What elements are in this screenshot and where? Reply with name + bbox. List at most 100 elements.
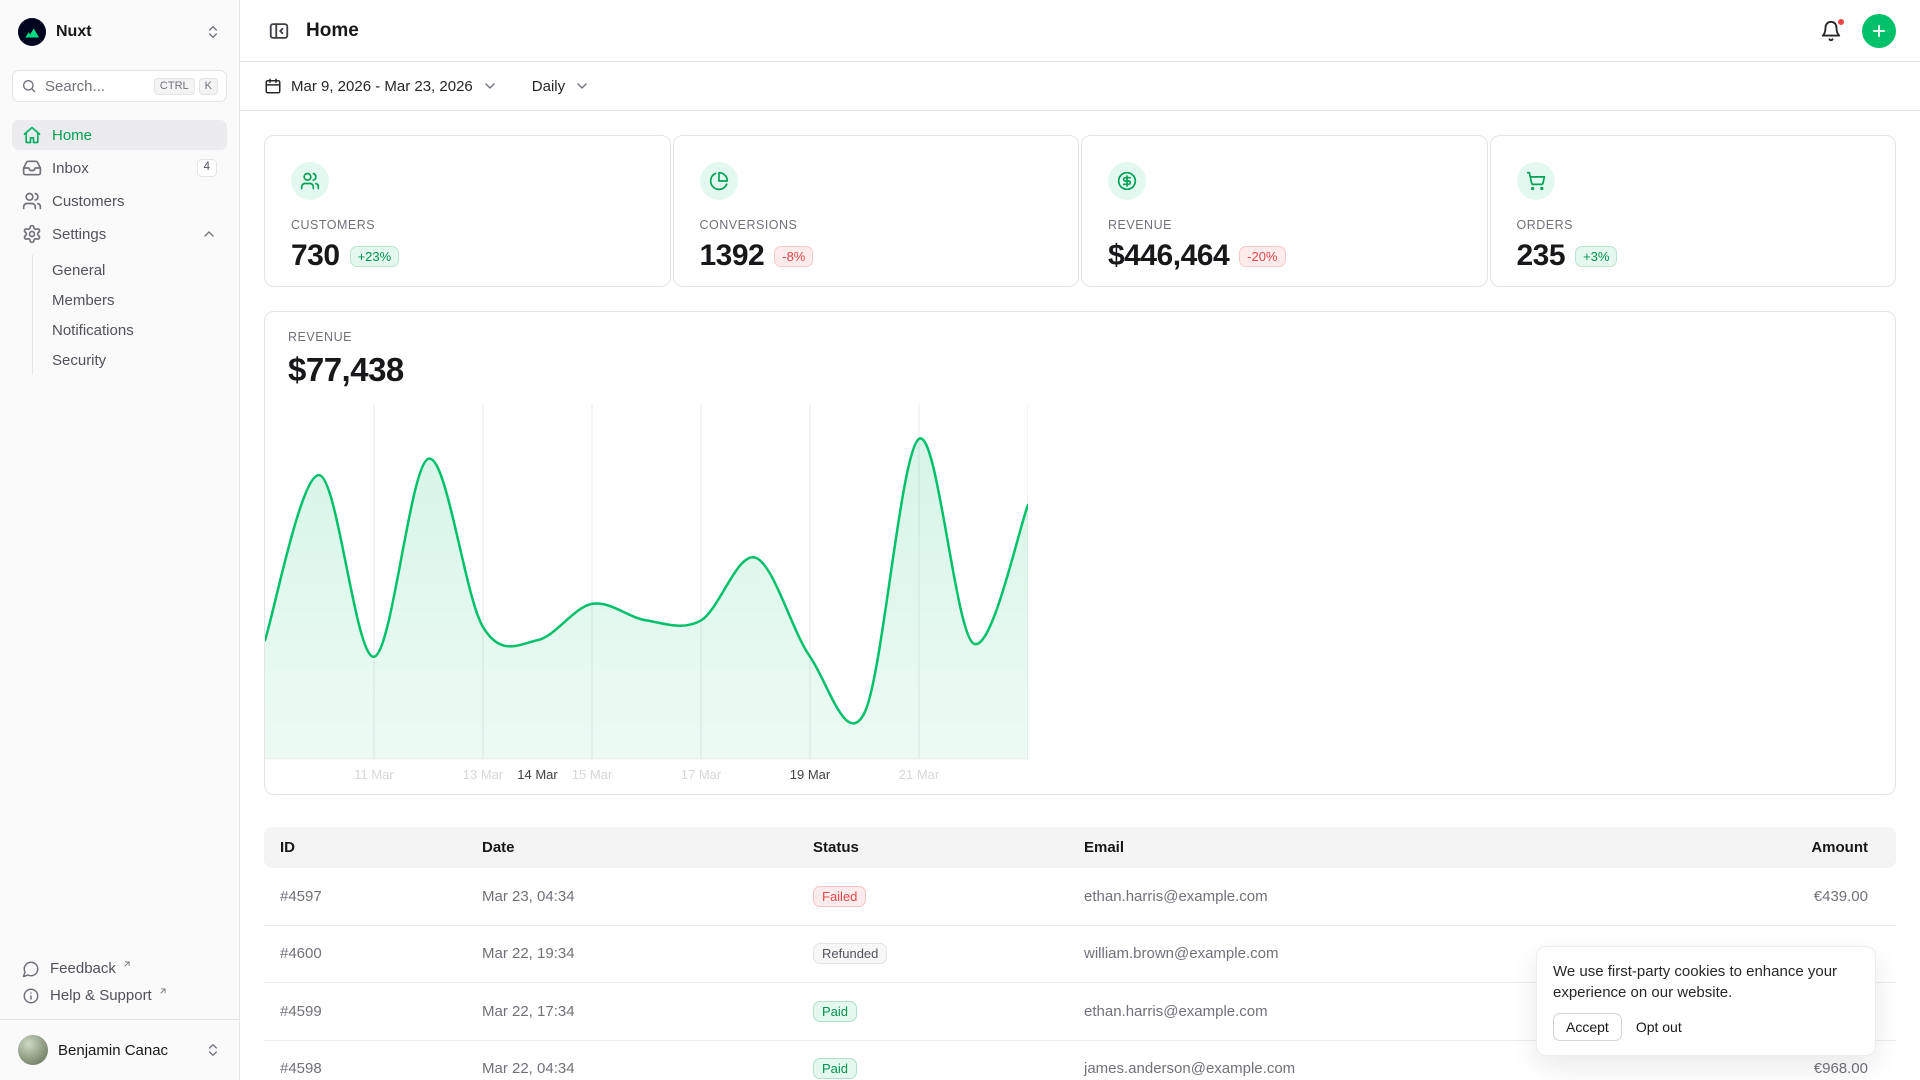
stat-label: CONVERSIONS	[699, 218, 798, 232]
cell-date: Mar 22, 04:34	[482, 1060, 575, 1078]
cell-id: #4599	[280, 1002, 322, 1020]
chat-bubble-icon	[22, 961, 39, 977]
sidebar-item-label: Settings	[52, 225, 107, 243]
chevron-up-down-icon	[209, 1044, 217, 1056]
status-badge: Refunded	[813, 943, 888, 965]
x-axis-tick: 14 Mar	[517, 767, 558, 782]
date-range-picker[interactable]: Mar 9, 2026 - Mar 23, 2026	[264, 77, 498, 95]
dollar-circle-icon	[1108, 162, 1146, 200]
x-axis-tick: 19 Mar	[789, 767, 831, 782]
status-badge: Failed	[813, 885, 867, 907]
header-actions	[1818, 13, 1896, 48]
app-window: Nuxt Search... CTRL K Home Inbox 4 Custo…	[0, 0, 1920, 1080]
gear-icon	[23, 224, 41, 244]
stat-value: $446,464	[1108, 239, 1230, 272]
avatar	[18, 1035, 48, 1065]
help-support-link[interactable]: Help & Support	[12, 982, 227, 1009]
sidebar-item-label: Home	[52, 126, 93, 144]
x-axis-tick: 13 Mar	[462, 767, 504, 782]
cell-amount: €968.00	[1813, 1060, 1868, 1078]
stat-card-orders[interactable]: ORDERS 235 +3%	[1489, 135, 1896, 287]
table-row: #4597 Mar 23, 04:34 Failed ethan.harris@…	[264, 868, 1896, 926]
cart-icon	[1516, 162, 1555, 200]
search-icon	[23, 80, 36, 93]
search-input[interactable]: Search... CTRL K	[12, 70, 227, 102]
settings-submenu: General Members Notifications Security	[32, 255, 227, 375]
calendar-icon	[265, 78, 281, 94]
sidebar-subitem-notifications[interactable]: Notifications	[33, 315, 227, 345]
column-header-status: Status	[813, 839, 859, 856]
cell-email: ethan.harris@example.com	[1084, 887, 1268, 905]
granularity-select[interactable]: Daily	[532, 78, 590, 95]
stat-delta-badge: +3%	[1575, 245, 1618, 267]
notifications-button[interactable]	[1818, 16, 1846, 44]
user-menu[interactable]: Benjamin Canac	[12, 1030, 227, 1070]
users-icon	[22, 192, 42, 210]
shortcut-key-ctrl: CTRL	[153, 77, 195, 95]
user-name: Benjamin Canac	[58, 1041, 169, 1059]
x-axis-tick: 17 Mar	[680, 767, 722, 782]
granularity-label: Daily	[531, 77, 566, 95]
collapse-sidebar-button[interactable]	[264, 16, 294, 46]
workspace-name: Nuxt	[56, 23, 92, 40]
sidebar-subitem-general[interactable]: General	[33, 255, 227, 285]
sidebar-item-home[interactable]: Home	[12, 120, 227, 150]
column-header-id: ID	[280, 839, 295, 856]
cookie-message: We use first-party cookies to enhance yo…	[1553, 963, 1838, 1001]
plus-icon	[1872, 24, 1886, 37]
sidebar-item-label: Customers	[52, 192, 125, 210]
chart-total-value: $77,438	[288, 351, 404, 388]
stat-card-customers[interactable]: CUSTOMERS 730 +23%	[264, 135, 671, 287]
cell-id: #4600	[280, 945, 322, 963]
cell-id: #4598	[280, 1060, 322, 1078]
page-content: CUSTOMERS 730 +23% CONVERSIONS 1392 -8%	[240, 111, 1920, 1080]
external-link-icon	[124, 961, 130, 966]
search-placeholder: Search...	[45, 77, 106, 95]
date-range-label: Mar 9, 2026 - Mar 23, 2026	[291, 77, 473, 95]
stat-label: ORDERS	[1516, 218, 1573, 232]
stat-label: REVENUE	[1108, 218, 1172, 232]
sidebar-item-customers[interactable]: Customers	[12, 186, 227, 216]
info-circle-icon	[23, 988, 39, 1003]
stat-delta-badge: -20%	[1239, 245, 1286, 267]
sidebar: Nuxt Search... CTRL K Home Inbox 4 Custo…	[0, 0, 240, 1080]
table-header-row: ID Date Status Email Amount	[264, 827, 1896, 868]
revenue-chart-svg	[265, 404, 1028, 760]
stat-card-conversions[interactable]: CONVERSIONS 1392 -8%	[672, 135, 1079, 287]
status-badge: Paid	[813, 1000, 858, 1022]
chevron-down-icon	[485, 83, 495, 89]
shortcut-key-k: K	[198, 77, 218, 95]
sidebar-item-inbox[interactable]: Inbox 4	[12, 153, 227, 183]
chevron-down-icon	[577, 83, 587, 89]
chevron-up-icon	[204, 231, 214, 237]
chevron-up-down-icon	[209, 26, 217, 38]
sidebar-subitem-security[interactable]: Security	[33, 345, 227, 375]
add-button[interactable]	[1862, 13, 1896, 48]
accept-button[interactable]: Accept	[1553, 1013, 1622, 1041]
sidebar-item-settings[interactable]: Settings	[12, 219, 227, 249]
opt-out-button[interactable]: Opt out	[1636, 1014, 1682, 1040]
panel-left-close-icon	[269, 22, 289, 39]
sidebar-item-label: Inbox	[52, 159, 89, 177]
chart-x-labels: 11 Mar 13 Mar 14 Mar 15 Mar 17 Mar 19 Mar 21 M…	[265, 767, 1028, 787]
sidebar-subitem-members[interactable]: Members	[33, 285, 227, 315]
workspace-switcher[interactable]: Nuxt	[12, 16, 227, 48]
revenue-area-chart	[265, 404, 1028, 762]
stats-row: CUSTOMERS 730 +23% CONVERSIONS 1392 -8%	[264, 135, 1896, 287]
feedback-link[interactable]: Feedback	[12, 955, 227, 982]
notification-dot	[1836, 16, 1846, 27]
inbox-count-badge: 4	[196, 159, 217, 177]
stat-value: 235	[1516, 239, 1566, 272]
column-header-email: Email	[1084, 839, 1125, 856]
cookie-banner: We use first-party cookies to enhance yo…	[1536, 946, 1876, 1056]
x-axis-tick: 11 Mar	[354, 767, 394, 782]
sidebar-divider	[0, 1019, 239, 1020]
status-badge: Paid	[813, 1058, 858, 1080]
cell-amount: €439.00	[1813, 887, 1868, 905]
pie-chart-icon	[699, 162, 738, 200]
stat-value: 730	[291, 239, 340, 272]
home-icon	[23, 126, 41, 144]
stat-card-revenue[interactable]: REVENUE $446,464 -20%	[1081, 135, 1488, 287]
cell-date: Mar 23, 04:34	[482, 887, 575, 905]
